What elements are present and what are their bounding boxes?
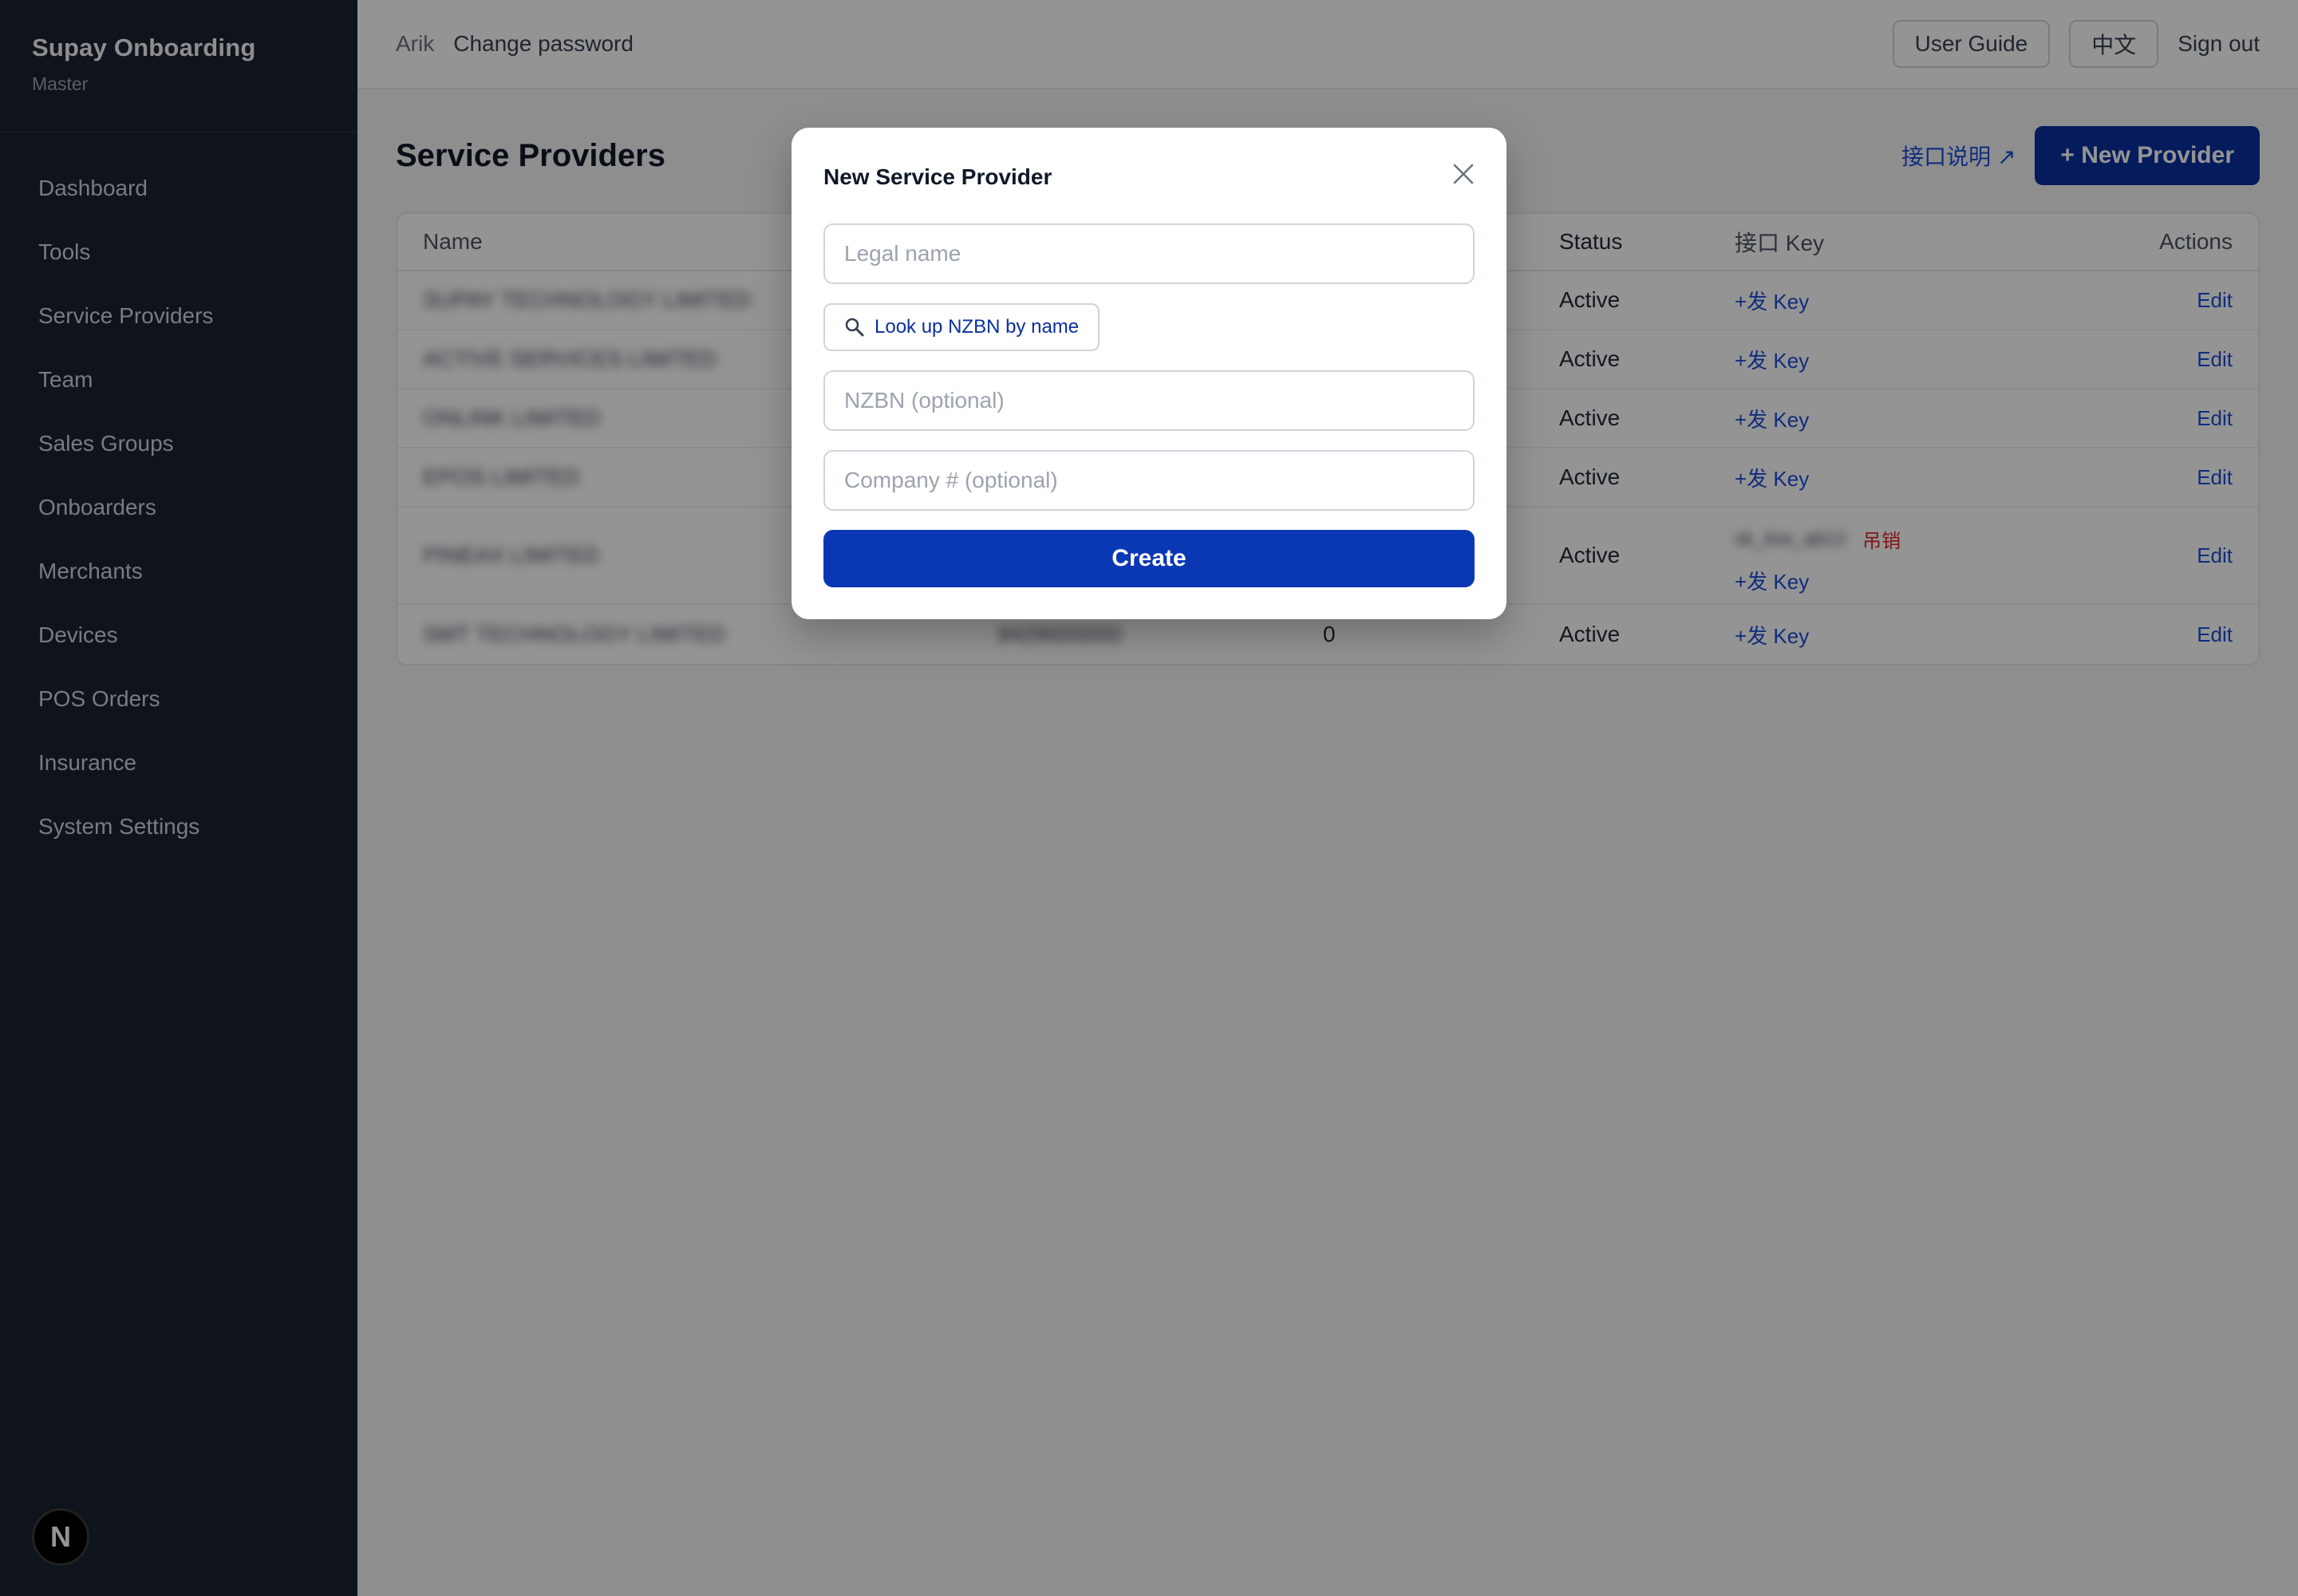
close-icon[interactable]	[1451, 161, 1476, 187]
search-icon	[845, 318, 864, 337]
legal-name-input[interactable]	[823, 223, 1475, 284]
nzbn-input[interactable]	[823, 370, 1475, 431]
dialog-title: New Service Provider	[823, 164, 1052, 189]
new-provider-dialog: New Service Provider Look up NZBN by nam…	[792, 128, 1506, 619]
lookup-nzbn-button[interactable]: Look up NZBN by name	[823, 303, 1100, 351]
create-button[interactable]: Create	[823, 530, 1475, 587]
lookup-nzbn-label: Look up NZBN by name	[875, 316, 1080, 338]
company-number-input[interactable]	[823, 450, 1475, 511]
